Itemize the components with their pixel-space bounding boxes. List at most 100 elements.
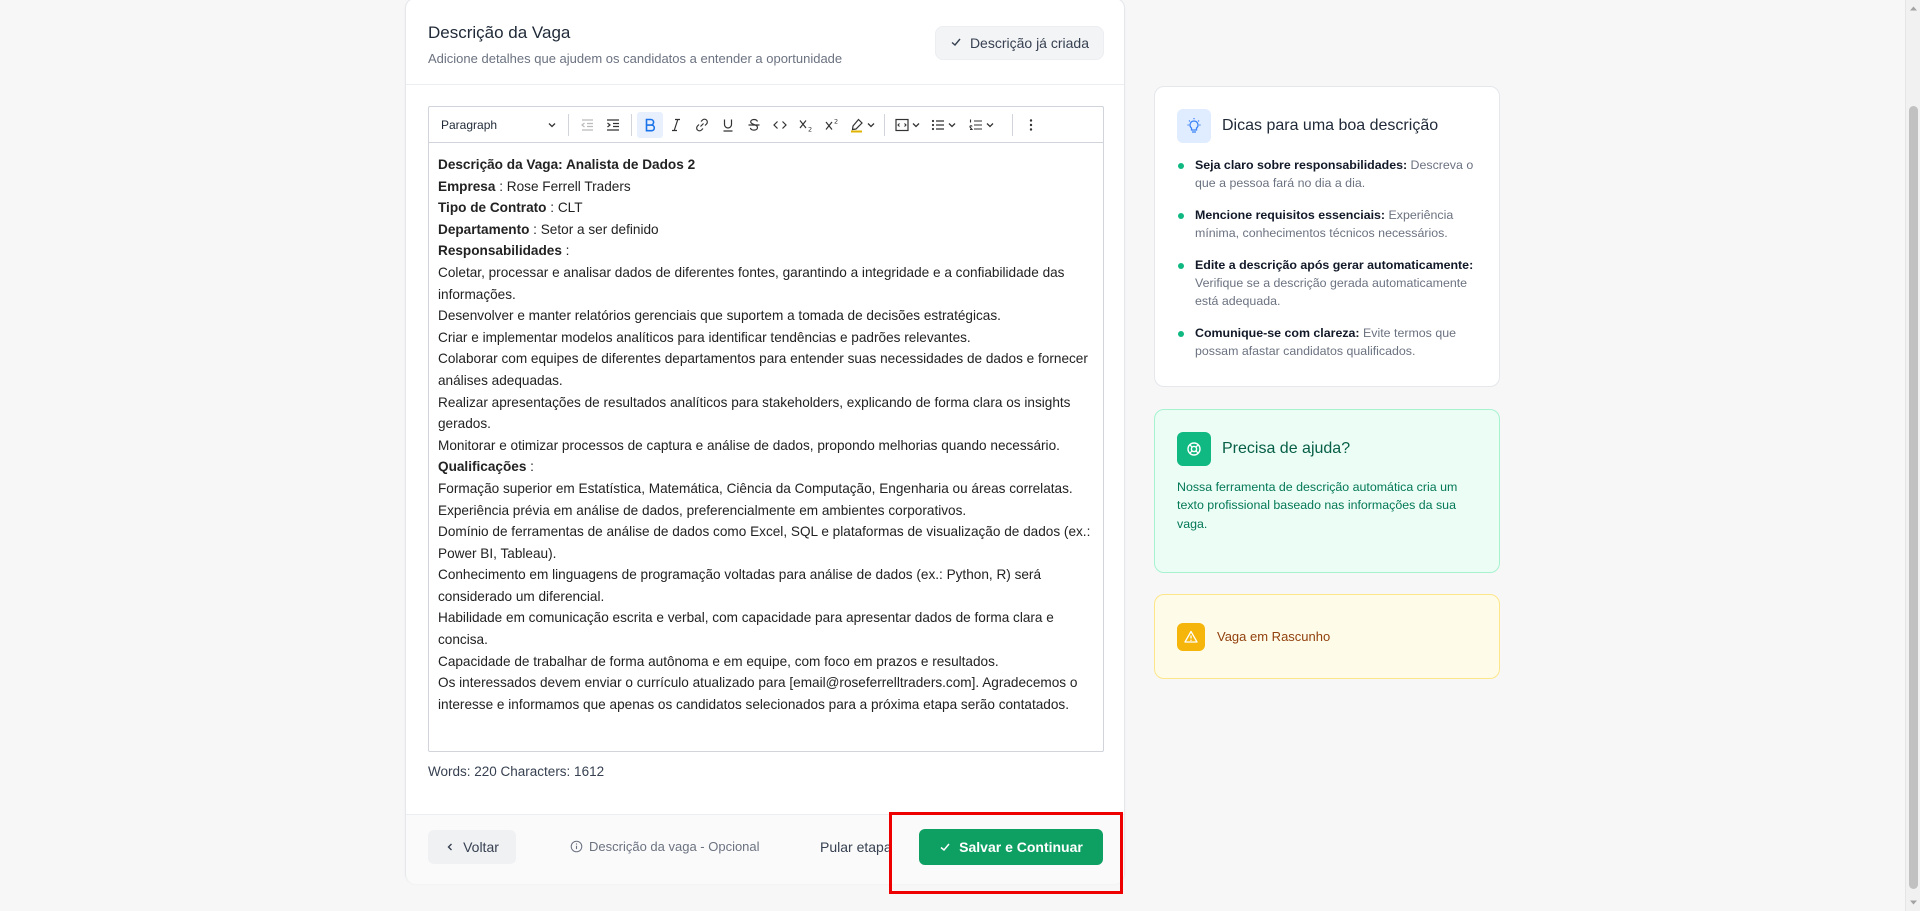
editor-line: Monitorar e otimizar processos de captur… [438, 435, 1094, 457]
editor-line-bold: Descrição da Vaga: Analista de Dados 2 [438, 157, 696, 172]
source-code-icon [894, 118, 909, 131]
subscript-button[interactable]: 2 [793, 112, 819, 138]
editor-line: Tipo de Contrato : CLT [438, 197, 1094, 219]
svg-text:2: 2 [808, 125, 812, 133]
editor-line-text: Experiência prévia em análise de dados, … [438, 502, 967, 518]
skip-step-link[interactable]: Pular etapa [820, 839, 892, 855]
editor-line: Os interessados devem enviar o currículo… [438, 672, 1094, 715]
chevron-down-icon [912, 122, 919, 127]
more-options-button[interactable] [1018, 112, 1044, 138]
editor-toolbar: Paragraph 2 2 [429, 107, 1103, 143]
editor-line: Desenvolver e manter relatórios gerencia… [438, 305, 1094, 327]
editor-line-text: Conhecimento em linguagens de programaçã… [438, 567, 1042, 604]
description-created-label: Descrição já criada [969, 35, 1089, 51]
toolbar-divider [884, 113, 885, 136]
help-text: Nossa ferramenta de descrição automática… [1177, 480, 1458, 531]
editor-line: Criar e implementar modelos analíticos p… [438, 327, 1094, 349]
editor-line-text: Habilidade em comunicação escrita e verb… [438, 610, 1054, 648]
underline-button[interactable] [715, 112, 741, 138]
editor-content[interactable]: Descrição da Vaga: Analista de Dados 2 Em… [429, 143, 1103, 715]
editor-line-bold: Tipo de Contrato [438, 200, 547, 216]
tip-text: Verifique se a descrição gerada automati… [1195, 276, 1468, 308]
outdent-button[interactable] [574, 112, 600, 138]
scroll-down-arrow-icon[interactable] [1909, 898, 1918, 907]
editor-line: Empresa : Rose Ferrell Traders [438, 176, 1094, 198]
editor-line: Domínio de ferramentas de análise de dad… [438, 521, 1094, 564]
editor-line-text: Realizar apresentações de resultados ana… [438, 394, 1071, 432]
editor-line: Departamento : Setor a ser definido [438, 219, 1094, 241]
scrollbar-thumb[interactable] [1909, 106, 1918, 889]
italic-icon [672, 118, 680, 131]
draft-status-label: Vaga em Rascunho [1217, 629, 1331, 644]
editor-line: Coletar, processar e analisar dados de d… [438, 262, 1094, 305]
indent-button[interactable] [600, 112, 626, 138]
draft-icon-box [1177, 622, 1205, 651]
tip-heading: Mencione requisitos essenciais: [1195, 208, 1386, 222]
toolbar-divider [1012, 113, 1013, 136]
help-card: Precisa de ajuda? Nossa ferramenta de de… [1154, 409, 1500, 573]
editor-line: Qualificações : [438, 456, 1094, 478]
editor-line-bold: Empresa [438, 178, 496, 194]
numbered-list-icon [968, 119, 982, 130]
tip-item: Edite a descrição após gerar automaticam… [1177, 256, 1477, 310]
toolbar-divider [631, 113, 632, 136]
save-and-continue-button[interactable]: Salvar e Continuar [919, 829, 1103, 865]
bullet-list-dropdown[interactable] [924, 112, 962, 138]
lifebuoy-icon [1187, 442, 1201, 456]
bold-button[interactable] [637, 111, 663, 138]
superscript-icon: 2 [825, 117, 838, 130]
check-icon [950, 35, 962, 51]
editor-line: Colaborar com equipes de diferentes depa… [438, 348, 1094, 391]
rich-text-editor[interactable]: Paragraph 2 2 Descrição da Vaga: Analist… [428, 106, 1104, 752]
editor-line-text: Domínio de ferramentas de análise de dad… [438, 524, 1091, 561]
help-title: Precisa de ajuda? [1222, 440, 1351, 457]
superscript-button[interactable]: 2 [819, 112, 845, 138]
chevron-left-icon [447, 843, 453, 851]
tips-card: Dicas para uma boa descrição Seja claro … [1154, 86, 1500, 387]
editor-line-text: Coletar, processar e analisar dados de d… [438, 264, 1065, 302]
tips-title: Dicas para uma boa descrição [1222, 117, 1439, 134]
editor-line-text: : Setor a ser definido [529, 221, 659, 237]
save-and-continue-label: Salvar e Continuar [959, 839, 1083, 855]
numbered-list-dropdown[interactable] [962, 112, 1000, 138]
editor-line-bold: Qualificações [438, 459, 527, 475]
editor-line: Experiência prévia em análise de dados, … [438, 500, 1094, 522]
lightbulb-icon [1187, 118, 1201, 133]
bold-icon [645, 118, 656, 131]
page-scrollbar[interactable] [1905, 0, 1920, 911]
link-button[interactable] [689, 112, 715, 138]
scroll-up-arrow-icon[interactable] [1909, 4, 1918, 13]
editor-line: Responsabilidades : [438, 240, 1094, 262]
tips-card-header: Dicas para uma boa descrição [1177, 109, 1477, 143]
tip-item: Comunique-se com clareza: Evite termos q… [1177, 324, 1477, 360]
draft-status-card: Vaga em Rascunho [1154, 594, 1500, 679]
highlight-dropdown[interactable] [845, 112, 879, 138]
more-vertical-icon [1029, 118, 1033, 131]
optional-step-info: Descrição da vaga - Opcional [570, 839, 760, 854]
warning-icon [1184, 630, 1198, 643]
code-button[interactable] [767, 112, 793, 138]
editor-line-text: Monitorar e otimizar processos de captur… [438, 437, 1060, 453]
italic-button[interactable] [663, 112, 689, 138]
paragraph-format-select[interactable]: Paragraph [435, 112, 563, 138]
help-card-header: Precisa de ajuda? [1177, 432, 1477, 466]
bullet-list-icon [931, 119, 944, 130]
code-icon [773, 120, 787, 129]
editor-line: Realizar apresentações de resultados ana… [438, 392, 1094, 435]
source-code-dropdown[interactable] [890, 112, 924, 138]
footer-actions: Voltar Descrição da vaga - Opcional Pula… [406, 814, 1124, 884]
strikethrough-icon [748, 118, 760, 131]
tip-heading: Seja claro sobre responsabilidades: [1195, 158, 1408, 172]
strikethrough-button[interactable] [741, 112, 767, 138]
subscript-icon: 2 [799, 119, 812, 133]
info-icon [570, 840, 583, 853]
editor-line-text: : CLT [546, 200, 583, 216]
description-created-button[interactable]: Descrição já criada [934, 26, 1104, 60]
editor-line-text: Colaborar com equipes de diferentes depa… [438, 351, 1088, 388]
editor-line: Conhecimento em linguagens de programaçã… [438, 564, 1094, 607]
paragraph-format-label: Paragraph [441, 117, 498, 132]
back-button[interactable]: Voltar [428, 830, 516, 864]
help-icon-box [1177, 432, 1211, 466]
editor-line-bold: Departamento [438, 221, 530, 237]
link-icon [696, 118, 708, 131]
